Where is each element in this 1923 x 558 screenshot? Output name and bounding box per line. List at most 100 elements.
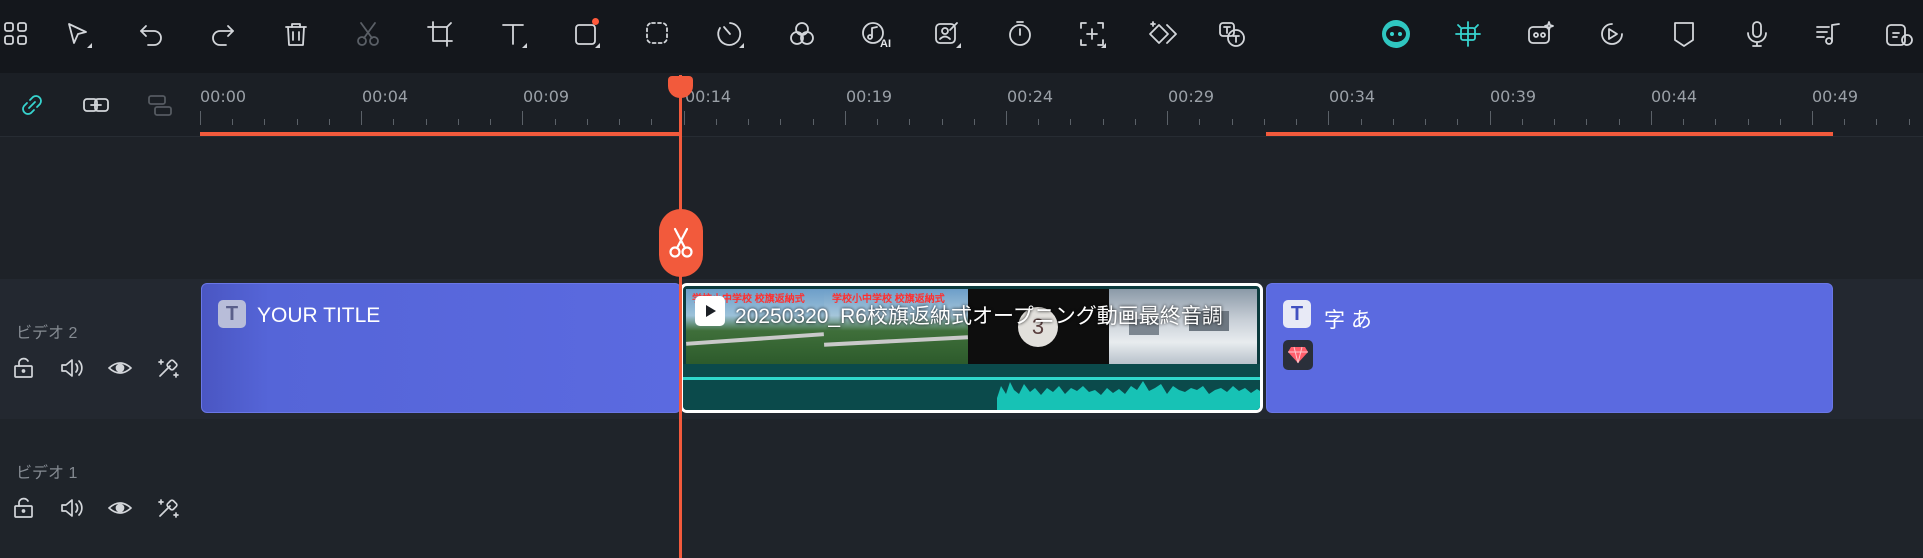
- ai-magic-icon[interactable]: [155, 495, 181, 521]
- microphone-icon[interactable]: [1737, 12, 1777, 56]
- ai-select-icon[interactable]: [638, 12, 678, 56]
- title-type-icon: T: [1283, 300, 1311, 328]
- ruler-tick-label: 00:39: [1490, 87, 1537, 106]
- ruler-tick: [586, 119, 588, 125]
- ruler-tick: [1392, 119, 1394, 125]
- timeline-editor: AI 00:00 00:04 00:09 00:14 00:19 00:24 0…: [0, 0, 1923, 558]
- speech-to-text-icon[interactable]: [1212, 12, 1252, 56]
- eye-icon[interactable]: [107, 355, 133, 381]
- playhead-handle[interactable]: [668, 76, 693, 98]
- eye-icon[interactable]: [107, 495, 133, 521]
- ungroup-icon[interactable]: [140, 87, 180, 123]
- play-preview-icon[interactable]: [1592, 12, 1632, 56]
- lock-icon[interactable]: [11, 355, 37, 381]
- shape-icon[interactable]: [566, 12, 606, 56]
- empty-track-area: [0, 138, 1923, 279]
- ruler-tick: [1908, 119, 1910, 125]
- ruler-tick: [1360, 119, 1362, 125]
- ai-magic-icon[interactable]: [155, 355, 181, 381]
- ruler-tick: [1070, 119, 1072, 125]
- ruler-tick: [1876, 119, 1878, 125]
- ai-copilot-icon[interactable]: [1520, 12, 1560, 56]
- edit-image-icon[interactable]: [927, 12, 967, 56]
- undo-icon[interactable]: [131, 12, 171, 56]
- playhead[interactable]: [679, 75, 682, 558]
- ruler-tick: [1263, 119, 1265, 125]
- color-icon[interactable]: [782, 12, 822, 56]
- group-link-icon[interactable]: [76, 87, 116, 123]
- volume-icon[interactable]: [59, 495, 85, 521]
- ruler-tick: [1457, 119, 1459, 125]
- text-icon[interactable]: [493, 12, 533, 56]
- speed-icon[interactable]: [710, 12, 750, 56]
- ruler-tick: [1328, 111, 1330, 125]
- keyframe-icon[interactable]: [1142, 12, 1182, 56]
- video-clip[interactable]: 学校小中学校 校旗返納式 学校小中学校 校旗返納式 3 20250320_R6校…: [680, 283, 1263, 413]
- ruler-tick: [296, 119, 298, 125]
- ruler-row: 00:00 00:04 00:09 00:14 00:19 00:24 00:2…: [0, 73, 1923, 137]
- ruler-tick: [232, 119, 234, 125]
- ruler-tick: [490, 119, 492, 125]
- ruler-tick: [1779, 119, 1781, 125]
- out-range-bar: [1266, 132, 1833, 136]
- music-icon[interactable]: [1808, 12, 1848, 56]
- ruler-tick-label: 00:19: [846, 87, 893, 106]
- ruler-tick: [1844, 119, 1846, 125]
- ruler-tick: [361, 111, 363, 125]
- redo-icon[interactable]: [203, 12, 243, 56]
- ruler-tick: [425, 119, 427, 125]
- title-type-icon: T: [218, 300, 246, 328]
- add-marker-icon[interactable]: [1072, 12, 1112, 56]
- timer-icon[interactable]: [1000, 12, 1040, 56]
- ruler-tick: [683, 111, 685, 125]
- ruler-tick: [748, 119, 750, 125]
- track-name: ビデオ 2: [16, 325, 78, 342]
- ruler-tick-label: 00:44: [1651, 87, 1698, 106]
- ruler-tick: [1683, 119, 1685, 125]
- ruler-tick: [973, 119, 975, 125]
- ruler-tick: [1586, 119, 1588, 125]
- ruler-tick: [200, 111, 201, 125]
- ruler-tick: [844, 111, 846, 125]
- ruler-tick: [1554, 119, 1556, 125]
- snapshot-icon[interactable]: [1878, 12, 1918, 56]
- split-scissors-icon[interactable]: [659, 209, 703, 277]
- ai-assistant-icon[interactable]: [1376, 12, 1416, 56]
- ai-audio-icon[interactable]: AI: [855, 12, 895, 56]
- ruler-tick: [1812, 111, 1813, 125]
- auto-detect-icon[interactable]: [1448, 12, 1488, 56]
- ruler-tick: [1006, 111, 1007, 125]
- title-clip[interactable]: T 字 あ: [1266, 283, 1833, 413]
- ruler-tick: [1134, 119, 1136, 125]
- lock-icon[interactable]: [11, 495, 37, 521]
- ruler-tick: [1102, 119, 1104, 125]
- clip-label: 20250320_R6校旗返納式オープニング動画最終音調: [735, 305, 1223, 328]
- ruler-tick: [1747, 119, 1749, 125]
- layout-icon[interactable]: [0, 12, 36, 56]
- ruler-tick: [812, 119, 814, 125]
- ruler-tick: [457, 119, 459, 125]
- clip-label: YOUR TITLE: [257, 304, 381, 327]
- ruler-tick-label: 00:24: [1007, 87, 1054, 106]
- select-arrow-icon[interactable]: [58, 12, 98, 56]
- delete-icon[interactable]: [276, 12, 316, 56]
- title-clip[interactable]: T YOUR TITLE: [201, 283, 681, 413]
- track-header-video-1: ビデオ 1: [0, 419, 200, 558]
- notification-dot: [592, 18, 599, 25]
- clip-label: 字 あ: [1324, 309, 1372, 332]
- marker-icon[interactable]: [1664, 12, 1704, 56]
- ruler-tick: [780, 119, 782, 125]
- track-header-video-2: ビデオ 2: [0, 279, 200, 419]
- ai-badge: AI: [880, 38, 891, 50]
- cut-icon[interactable]: [348, 12, 388, 56]
- audio-waveform: [683, 364, 1260, 410]
- time-ruler[interactable]: 00:00 00:04 00:09 00:14 00:19 00:24 00:2…: [200, 73, 1923, 137]
- volume-icon[interactable]: [59, 355, 85, 381]
- ruler-tick: [1199, 119, 1201, 125]
- ruler-tick: [1715, 119, 1717, 125]
- ruler-tick-label: 00:04: [362, 87, 409, 106]
- ruler-tick: [1425, 119, 1427, 125]
- crop-icon[interactable]: [420, 12, 460, 56]
- link-icon[interactable]: [12, 87, 52, 123]
- ruler-tick: [1038, 119, 1040, 125]
